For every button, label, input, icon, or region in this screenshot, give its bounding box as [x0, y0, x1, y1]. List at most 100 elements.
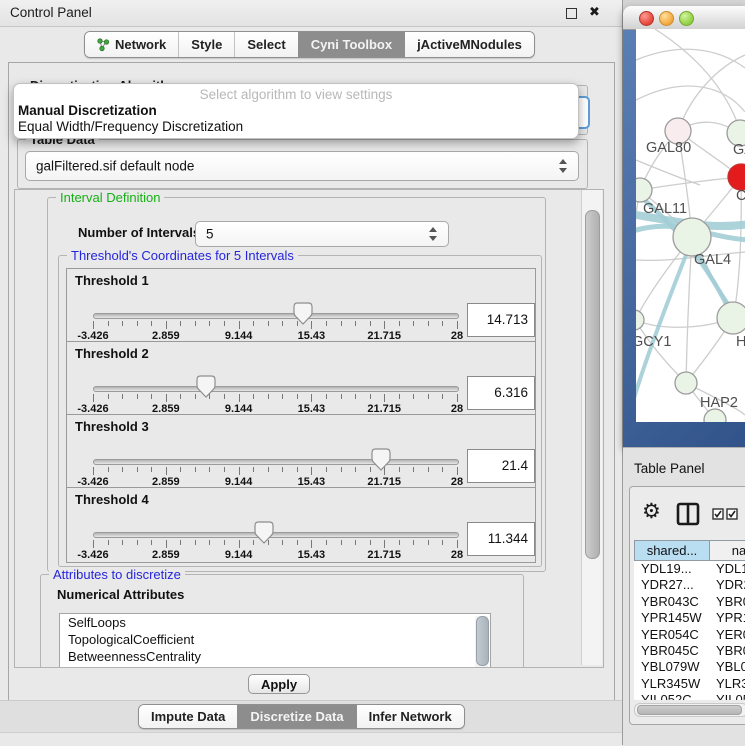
- table-cell[interactable]: YBR045C: [709, 643, 745, 659]
- network-node-c[interactable]: [728, 164, 745, 190]
- tab-style[interactable]: Style: [178, 32, 234, 57]
- viewport-scrollbar-thumb[interactable]: [585, 210, 600, 559]
- slider-tick: [341, 540, 342, 545]
- slider-tick: [180, 540, 181, 545]
- table-cell[interactable]: YBR043C: [634, 594, 709, 610]
- table-hscrollbar[interactable]: [634, 703, 745, 717]
- checkbox-icon[interactable]: [712, 508, 724, 520]
- table-cell[interactable]: YDL19...: [634, 561, 709, 577]
- intervals-spinner[interactable]: 5: [195, 221, 449, 247]
- apply-button[interactable]: Apply: [248, 674, 310, 694]
- attributes-list-scrollbar[interactable]: [475, 616, 488, 668]
- network-node-hap2[interactable]: [675, 372, 697, 394]
- table-column-header[interactable]: na: [709, 540, 745, 561]
- table-row[interactable]: YDR27...YDR27...: [634, 577, 745, 593]
- network-canvas[interactable]: GAL80GACGAL11GAL4GCY1HHAP2: [636, 29, 745, 422]
- tab-impute-data[interactable]: Impute Data: [139, 705, 237, 728]
- zoom-traffic-light[interactable]: [679, 11, 694, 26]
- threshold-slider-track[interactable]: [93, 313, 459, 319]
- slider-tick: [399, 394, 400, 399]
- slider-tick: [341, 321, 342, 326]
- tab-discretize-data[interactable]: Discretize Data: [237, 705, 355, 728]
- slider-tick: [137, 467, 138, 472]
- threshold-label: Threshold 1: [75, 273, 149, 288]
- popup-item-equal-width-frequency[interactable]: Equal Width/Frequency Discretization: [18, 119, 243, 134]
- table-cell[interactable]: YPR145W: [634, 610, 709, 626]
- attribute-list-item[interactable]: BetweennessCentrality: [60, 648, 490, 665]
- threshold-slider-thumb[interactable]: [371, 448, 391, 471]
- control-panel: Control Panel ✖ NetworkStyleSelectCyni T…: [0, 0, 623, 745]
- slider-tick: [137, 540, 138, 545]
- table-cell[interactable]: YLR345W: [634, 676, 709, 692]
- slider-tick: [122, 467, 123, 472]
- thresholds-group-title: Threshold's Coordinates for 5 Intervals: [67, 248, 298, 263]
- table-cell[interactable]: YBR045C: [634, 643, 709, 659]
- slider-tick: [268, 321, 269, 326]
- table-row[interactable]: YBL079WYBL079W: [634, 659, 745, 675]
- network-node-gal4[interactable]: [673, 218, 711, 256]
- tab-network[interactable]: Network: [85, 32, 178, 57]
- gear-icon[interactable]: ⚙: [642, 501, 661, 523]
- table-row[interactable]: YDL19...YDL19...: [634, 561, 745, 577]
- slider-tick: [195, 321, 196, 326]
- threshold-slider-track[interactable]: [93, 386, 459, 392]
- table-cell[interactable]: YBL079W: [709, 659, 745, 675]
- network-node-label: GA: [733, 142, 745, 158]
- close-icon[interactable]: ✖: [589, 4, 600, 20]
- table-cell[interactable]: YDL19...: [709, 561, 745, 577]
- tab-infer-network[interactable]: Infer Network: [356, 705, 464, 728]
- attribute-list-item[interactable]: TopologicalCoefficient: [60, 631, 490, 648]
- table-row[interactable]: YBR045CYBR045C: [634, 643, 745, 659]
- float-window-icon[interactable]: [566, 8, 577, 19]
- threshold-slider-track[interactable]: [93, 532, 459, 538]
- table-row[interactable]: YLR345WYLR345W: [634, 676, 745, 692]
- threshold-slider-thumb[interactable]: [254, 521, 274, 544]
- table-row[interactable]: YER054CYER054C: [634, 627, 745, 643]
- column-layout-icon[interactable]: [676, 502, 700, 526]
- threshold-panel-3: Threshold 3-3.4262.8599.14415.4321.71528…: [66, 414, 536, 490]
- close-traffic-light[interactable]: [639, 11, 654, 26]
- tab-select[interactable]: Select: [234, 32, 297, 57]
- threshold-slider-thumb[interactable]: [293, 302, 313, 325]
- threshold-value-field[interactable]: 14.713: [467, 303, 535, 337]
- slider-tick: [282, 467, 283, 472]
- threshold-slider-track[interactable]: [93, 459, 459, 465]
- minimize-traffic-light[interactable]: [659, 11, 674, 26]
- threshold-value-field[interactable]: 21.4: [467, 449, 535, 483]
- slider-tick: [224, 321, 225, 326]
- tab-label: Select: [247, 37, 285, 52]
- table-cell[interactable]: YIL052C: [709, 692, 745, 700]
- table-cell[interactable]: YBR043C: [709, 594, 745, 610]
- table-cell[interactable]: YPR145W: [709, 610, 745, 626]
- tab-cyni-toolbox[interactable]: Cyni Toolbox: [298, 32, 404, 57]
- table-row[interactable]: YBR043CYBR043C: [634, 594, 745, 610]
- table-column-header[interactable]: shared...: [634, 540, 709, 561]
- table-data-combo[interactable]: galFiltered.sif default node: [25, 151, 579, 181]
- threshold-value-field[interactable]: 11.344: [467, 522, 535, 556]
- table-row[interactable]: YPR145WYPR145W: [634, 610, 745, 626]
- checkbox-icon[interactable]: [726, 508, 738, 520]
- slider-tick: [108, 540, 109, 545]
- attribute-list-item[interactable]: SelfLoops: [60, 614, 490, 631]
- table-row[interactable]: YIL052CYIL052C: [634, 692, 745, 700]
- table-cell[interactable]: YER054C: [709, 627, 745, 643]
- table-cell[interactable]: YIL052C: [634, 692, 709, 700]
- settings-scroll-viewport: Interval Definition Number of Intervals …: [14, 189, 604, 668]
- network-node-gcy1[interactable]: [636, 310, 644, 330]
- numerical-attributes-list[interactable]: SelfLoopsTopologicalCoefficientBetweenne…: [59, 613, 491, 668]
- tab-jactivemnodules[interactable]: jActiveMNodules: [404, 32, 534, 57]
- threshold-slider-thumb[interactable]: [196, 375, 216, 398]
- popup-item-manual-discretization[interactable]: Manual Discretization: [18, 103, 157, 118]
- viewport-scrollbar[interactable]: [581, 190, 602, 665]
- table-cell[interactable]: YDR27...: [634, 577, 709, 593]
- slider-tick: [384, 321, 385, 329]
- node-table[interactable]: shared...na YDL19...YDL19...YDR27...YDR2…: [634, 540, 745, 700]
- network-edge: [636, 190, 640, 320]
- table-cell[interactable]: YER054C: [634, 627, 709, 643]
- table-cell[interactable]: YDR27...: [709, 577, 745, 593]
- table-cell[interactable]: YLR345W: [709, 676, 745, 692]
- network-node-h[interactable]: [717, 302, 745, 334]
- slider-tick: [341, 394, 342, 399]
- threshold-value-field[interactable]: 6.316: [467, 376, 535, 410]
- table-cell[interactable]: YBL079W: [634, 659, 709, 675]
